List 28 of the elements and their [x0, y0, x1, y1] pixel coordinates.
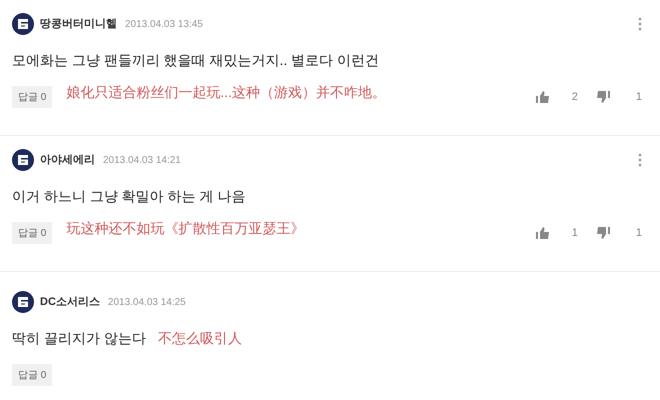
- reply-button[interactable]: 답글 0: [12, 86, 52, 108]
- author-name[interactable]: 땅콩버터미니헬: [40, 16, 117, 32]
- comment-time: 2013.04.03 14:25: [108, 296, 186, 310]
- like-count: 2: [572, 90, 578, 105]
- reply-button[interactable]: 답글 0: [12, 364, 52, 386]
- comment-time: 2013.04.03 14:21: [103, 154, 181, 168]
- author-name[interactable]: 아야세에리: [40, 152, 95, 168]
- comment-text: 이거 하느니 그냥 확밀아 하는 게 나음: [12, 186, 246, 206]
- avatar-icon: [12, 13, 34, 35]
- thumbs-up-icon[interactable]: [536, 91, 550, 103]
- annotation-text: 玩这种还不如玩《扩散性百万亚瑟王》: [66, 218, 304, 238]
- annotation-text: 不怎么吸引人: [158, 328, 242, 348]
- thumbs-up-icon[interactable]: [536, 227, 550, 239]
- thumbs-down-icon[interactable]: [596, 227, 610, 239]
- more-icon[interactable]: [638, 17, 642, 31]
- dislike-count: 1: [636, 226, 642, 241]
- thumbs-down-icon[interactable]: [596, 91, 610, 103]
- reply-button[interactable]: 답글 0: [12, 222, 52, 244]
- author-name[interactable]: DC소서리스: [40, 294, 100, 310]
- more-icon[interactable]: [638, 153, 642, 167]
- like-count: 1: [572, 226, 578, 241]
- comment-text: 딱히 끌리지가 않는다: [12, 328, 146, 348]
- dislike-count: 1: [636, 90, 642, 105]
- avatar-icon: [12, 149, 34, 171]
- annotation-text: 娘化只适合粉丝们一起玩...这种（游戏）并不咋地。: [66, 82, 386, 102]
- avatar-icon: [12, 291, 34, 313]
- comment-text: 모에화는 그냥 팬들끼리 했을때 재밌는거지.. 별로다 이런건: [12, 50, 380, 70]
- comment-time: 2013.04.03 13:45: [125, 18, 203, 32]
